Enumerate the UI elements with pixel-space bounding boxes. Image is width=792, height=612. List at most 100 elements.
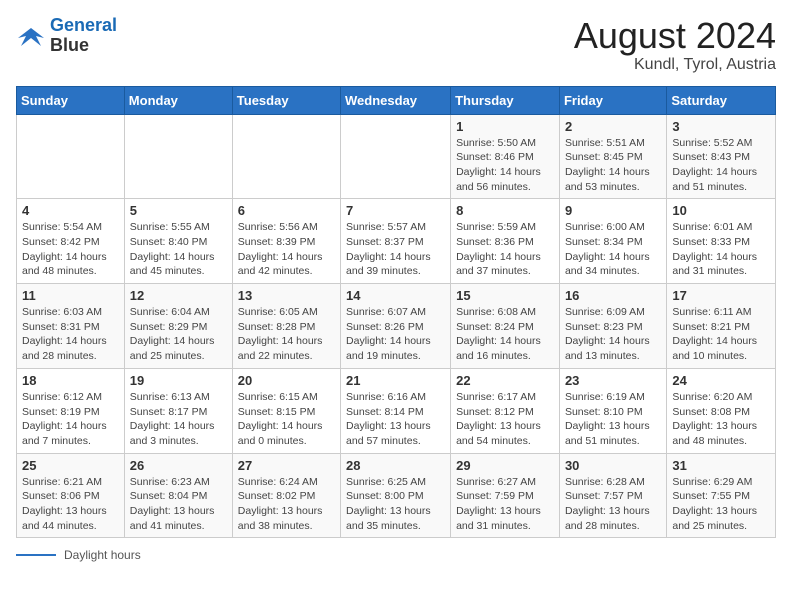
- calendar-footer: Daylight hours: [16, 548, 776, 562]
- calendar-day-cell: 30 Sunrise: 6:28 AM Sunset: 7:57 PM Dayli…: [559, 453, 666, 538]
- day-info: Sunrise: 6:08 AM Sunset: 8:24 PM Dayligh…: [456, 305, 554, 364]
- calendar-day-cell: 13Sunrise: 6:05 AM Sunset: 8:28 PM Dayli…: [232, 284, 340, 369]
- logo-icon: [16, 24, 46, 48]
- day-of-week-header: Thursday: [451, 86, 560, 114]
- calendar-day-cell: 20 Sunrise: 6:15 AM Sunset: 8:15 PM Dayli…: [232, 368, 340, 453]
- title-block: August 2024 Kundl, Tyrol, Austria: [574, 16, 776, 74]
- day-number: 7: [346, 203, 445, 218]
- calendar-day-cell: 26 Sunrise: 6:23 AM Sunset: 8:04 PM Dayli…: [124, 453, 232, 538]
- calendar-day-cell: 24 Sunrise: 6:20 AM Sunset: 8:08 PM Dayli…: [667, 368, 776, 453]
- calendar-day-cell: 12Sunrise: 6:04 AM Sunset: 8:29 PM Dayli…: [124, 284, 232, 369]
- day-of-week-header: Wednesday: [341, 86, 451, 114]
- day-number: 30: [565, 458, 661, 473]
- calendar-day-cell: 19 Sunrise: 6:13 AM Sunset: 8:17 PM Dayli…: [124, 368, 232, 453]
- calendar-day-cell: 7 Sunrise: 5:57 AM Sunset: 8:37 PM Daylig…: [341, 199, 451, 284]
- calendar-header: SundayMondayTuesdayWednesdayThursdayFrid…: [17, 86, 776, 114]
- calendar-day-cell: 4Sunrise: 5:54 AM Sunset: 8:42 PM Daylig…: [17, 199, 125, 284]
- day-info: Sunrise: 5:50 AM Sunset: 8:46 PM Dayligh…: [456, 136, 554, 195]
- day-info: Sunrise: 6:01 AM Sunset: 8:33 PM Dayligh…: [672, 220, 770, 279]
- day-of-week-header: Friday: [559, 86, 666, 114]
- calendar-body: 1 Sunrise: 5:50 AM Sunset: 8:46 PM Daylig…: [17, 114, 776, 538]
- day-number: 20: [238, 373, 335, 388]
- calendar-day-cell: 22Sunrise: 6:17 AM Sunset: 8:12 PM Dayli…: [451, 368, 560, 453]
- calendar-day-cell: 8 Sunrise: 5:59 AM Sunset: 8:36 PM Daylig…: [451, 199, 560, 284]
- calendar-day-cell: 9 Sunrise: 6:00 AM Sunset: 8:34 PM Daylig…: [559, 199, 666, 284]
- day-number: 21: [346, 373, 445, 388]
- day-info: Sunrise: 6:21 AM Sunset: 8:06 PM Dayligh…: [22, 475, 119, 534]
- logo-text: GeneralBlue: [50, 16, 117, 56]
- footer-label: Daylight hours: [64, 548, 141, 562]
- day-number: 1: [456, 119, 554, 134]
- calendar-week-row: 11 Sunrise: 6:03 AM Sunset: 8:31 PM Dayli…: [17, 284, 776, 369]
- calendar-table: SundayMondayTuesdayWednesdayThursdayFrid…: [16, 86, 776, 539]
- day-number: 14: [346, 288, 445, 303]
- day-number: 23: [565, 373, 661, 388]
- day-number: 28: [346, 458, 445, 473]
- day-number: 24: [672, 373, 770, 388]
- calendar-day-cell: 10Sunrise: 6:01 AM Sunset: 8:33 PM Dayli…: [667, 199, 776, 284]
- day-of-week-header: Sunday: [17, 86, 125, 114]
- calendar-day-cell: 28 Sunrise: 6:25 AM Sunset: 8:00 PM Dayli…: [341, 453, 451, 538]
- day-number: 12: [130, 288, 227, 303]
- day-info: Sunrise: 6:19 AM Sunset: 8:10 PM Dayligh…: [565, 390, 661, 449]
- day-number: 15: [456, 288, 554, 303]
- calendar-title: August 2024: [574, 16, 776, 56]
- calendar-week-row: 25 Sunrise: 6:21 AM Sunset: 8:06 PM Dayli…: [17, 453, 776, 538]
- day-info: Sunrise: 6:15 AM Sunset: 8:15 PM Dayligh…: [238, 390, 335, 449]
- page-header: GeneralBlue August 2024 Kundl, Tyrol, Au…: [16, 16, 776, 74]
- calendar-day-cell: 11 Sunrise: 6:03 AM Sunset: 8:31 PM Dayli…: [17, 284, 125, 369]
- day-number: 3: [672, 119, 770, 134]
- calendar-week-row: 4Sunrise: 5:54 AM Sunset: 8:42 PM Daylig…: [17, 199, 776, 284]
- calendar-day-cell: 14 Sunrise: 6:07 AM Sunset: 8:26 PM Dayli…: [341, 284, 451, 369]
- calendar-day-cell: 23 Sunrise: 6:19 AM Sunset: 8:10 PM Dayli…: [559, 368, 666, 453]
- calendar-subtitle: Kundl, Tyrol, Austria: [574, 56, 776, 74]
- day-info: Sunrise: 5:55 AM Sunset: 8:40 PM Dayligh…: [130, 220, 227, 279]
- day-info: Sunrise: 6:00 AM Sunset: 8:34 PM Dayligh…: [565, 220, 661, 279]
- day-info: Sunrise: 5:57 AM Sunset: 8:37 PM Dayligh…: [346, 220, 445, 279]
- calendar-week-row: 1 Sunrise: 5:50 AM Sunset: 8:46 PM Daylig…: [17, 114, 776, 199]
- day-info: Sunrise: 6:20 AM Sunset: 8:08 PM Dayligh…: [672, 390, 770, 449]
- day-info: Sunrise: 5:52 AM Sunset: 8:43 PM Dayligh…: [672, 136, 770, 195]
- day-info: Sunrise: 6:03 AM Sunset: 8:31 PM Dayligh…: [22, 305, 119, 364]
- calendar-day-cell: [17, 114, 125, 199]
- day-number: 18: [22, 373, 119, 388]
- day-number: 25: [22, 458, 119, 473]
- day-info: Sunrise: 5:59 AM Sunset: 8:36 PM Dayligh…: [456, 220, 554, 279]
- day-info: Sunrise: 5:51 AM Sunset: 8:45 PM Dayligh…: [565, 136, 661, 195]
- day-info: Sunrise: 6:07 AM Sunset: 8:26 PM Dayligh…: [346, 305, 445, 364]
- calendar-day-cell: 17Sunrise: 6:11 AM Sunset: 8:21 PM Dayli…: [667, 284, 776, 369]
- calendar-day-cell: 5 Sunrise: 5:55 AM Sunset: 8:40 PM Daylig…: [124, 199, 232, 284]
- calendar-day-cell: 18 Sunrise: 6:12 AM Sunset: 8:19 PM Dayli…: [17, 368, 125, 453]
- calendar-day-cell: 2 Sunrise: 5:51 AM Sunset: 8:45 PM Daylig…: [559, 114, 666, 199]
- day-info: Sunrise: 6:28 AM Sunset: 7:57 PM Dayligh…: [565, 475, 661, 534]
- day-info: Sunrise: 5:56 AM Sunset: 8:39 PM Dayligh…: [238, 220, 335, 279]
- day-of-week-header: Tuesday: [232, 86, 340, 114]
- calendar-day-cell: 31Sunrise: 6:29 AM Sunset: 7:55 PM Dayli…: [667, 453, 776, 538]
- day-number: 2: [565, 119, 661, 134]
- day-number: 9: [565, 203, 661, 218]
- day-number: 19: [130, 373, 227, 388]
- calendar-day-cell: 3 Sunrise: 5:52 AM Sunset: 8:43 PM Daylig…: [667, 114, 776, 199]
- day-number: 22: [456, 373, 554, 388]
- day-number: 5: [130, 203, 227, 218]
- calendar-day-cell: 27 Sunrise: 6:24 AM Sunset: 8:02 PM Dayli…: [232, 453, 340, 538]
- day-info: Sunrise: 5:54 AM Sunset: 8:42 PM Dayligh…: [22, 220, 119, 279]
- day-number: 31: [672, 458, 770, 473]
- day-number: 11: [22, 288, 119, 303]
- day-number: 8: [456, 203, 554, 218]
- calendar-day-cell: 1 Sunrise: 5:50 AM Sunset: 8:46 PM Daylig…: [451, 114, 560, 199]
- calendar-day-cell: 25 Sunrise: 6:21 AM Sunset: 8:06 PM Dayli…: [17, 453, 125, 538]
- day-info: Sunrise: 6:11 AM Sunset: 8:21 PM Dayligh…: [672, 305, 770, 364]
- day-number: 13: [238, 288, 335, 303]
- day-info: Sunrise: 6:12 AM Sunset: 8:19 PM Dayligh…: [22, 390, 119, 449]
- calendar-day-cell: 15 Sunrise: 6:08 AM Sunset: 8:24 PM Dayli…: [451, 284, 560, 369]
- day-number: 29: [456, 458, 554, 473]
- day-number: 27: [238, 458, 335, 473]
- day-info: Sunrise: 6:25 AM Sunset: 8:00 PM Dayligh…: [346, 475, 445, 534]
- logo: GeneralBlue: [16, 16, 117, 56]
- day-info: Sunrise: 6:13 AM Sunset: 8:17 PM Dayligh…: [130, 390, 227, 449]
- day-info: Sunrise: 6:24 AM Sunset: 8:02 PM Dayligh…: [238, 475, 335, 534]
- day-info: Sunrise: 6:23 AM Sunset: 8:04 PM Dayligh…: [130, 475, 227, 534]
- day-info: Sunrise: 6:27 AM Sunset: 7:59 PM Dayligh…: [456, 475, 554, 534]
- day-number: 26: [130, 458, 227, 473]
